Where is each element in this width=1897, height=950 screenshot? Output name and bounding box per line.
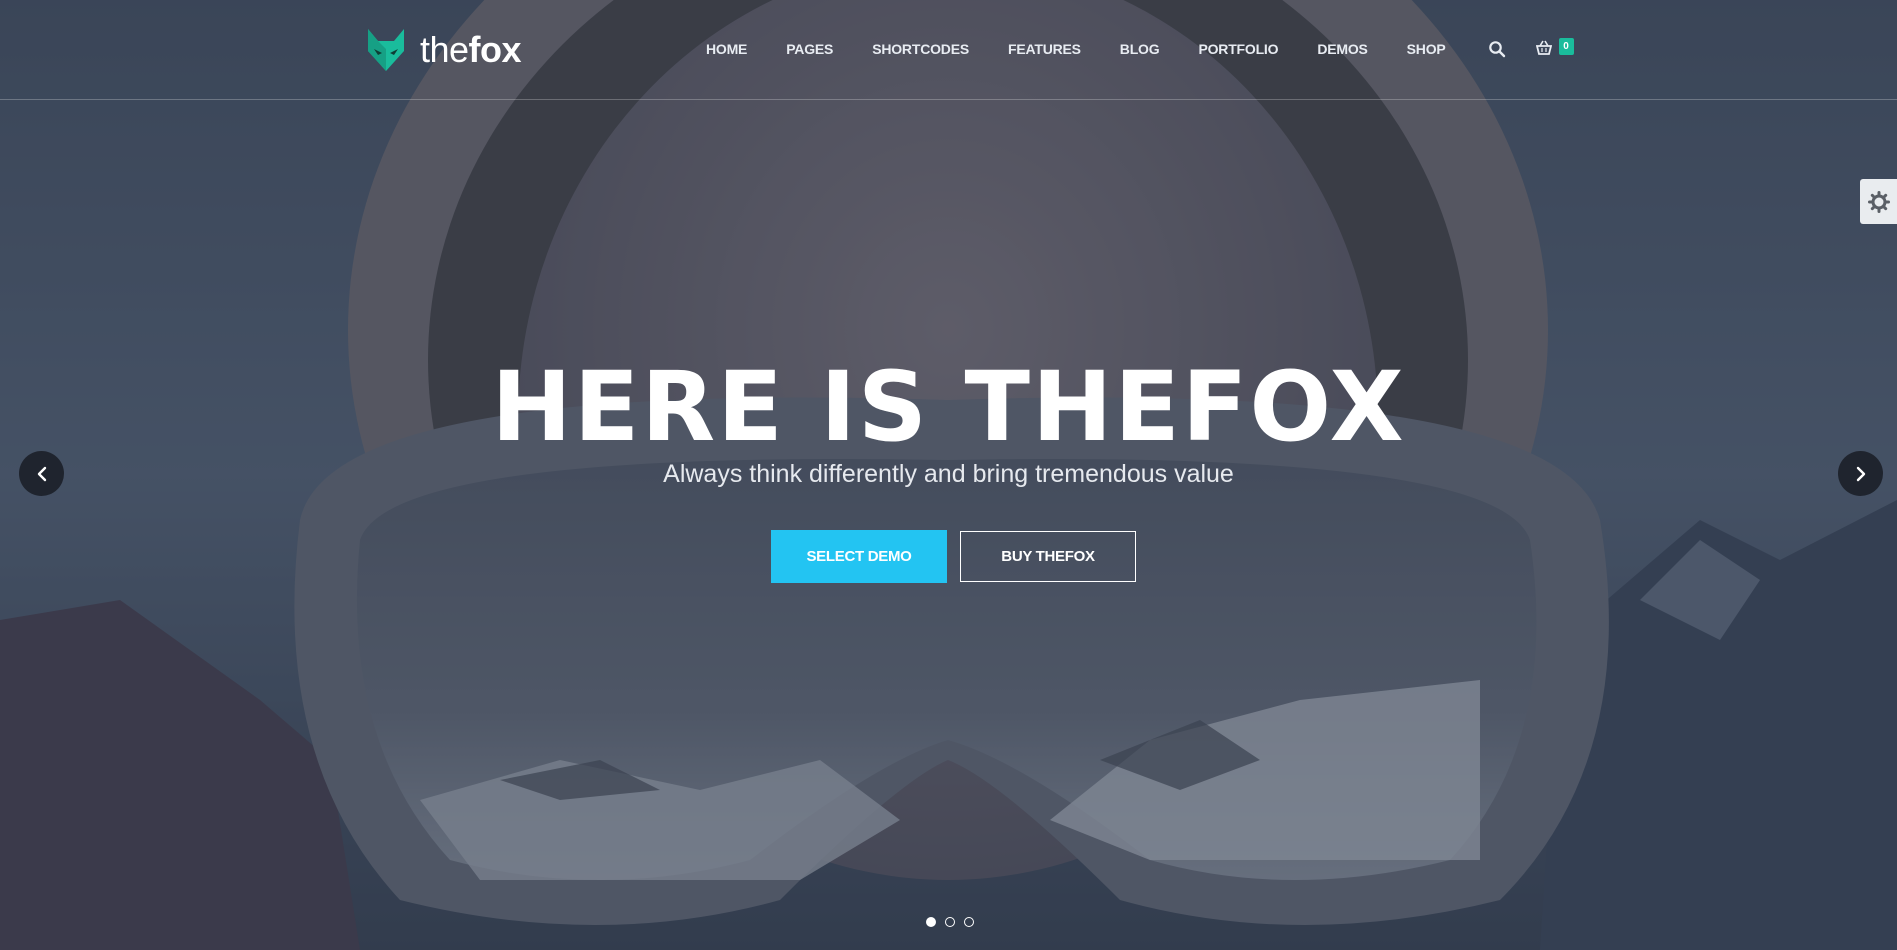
site-header: thefox HOME PAGES SHORTCODES FEATURES BL… <box>0 0 1897 100</box>
cart-button[interactable]: 0 <box>1535 38 1574 58</box>
select-demo-button[interactable]: SELECT DEMO <box>771 530 947 583</box>
logo-text-bold: fox <box>468 29 522 70</box>
slider-next-button[interactable] <box>1838 451 1883 496</box>
nav-item-shop[interactable]: SHOP <box>1407 41 1446 57</box>
gear-icon <box>1867 190 1890 213</box>
logo-text-light: the <box>420 29 469 70</box>
nav-item-shortcodes[interactable]: SHORTCODES <box>872 41 969 57</box>
slider-dot-2[interactable] <box>945 917 955 927</box>
chevron-right-icon <box>1856 466 1865 481</box>
nav-item-demos[interactable]: DEMOS <box>1317 41 1368 57</box>
slide-subtitle: Always think differently and bring treme… <box>663 460 1234 488</box>
fox-logo-icon <box>368 29 404 71</box>
site-logo[interactable]: thefox <box>366 27 522 73</box>
basket-icon <box>1535 40 1552 55</box>
slider-prev-button[interactable] <box>19 451 64 496</box>
slide-title: HERE IS THEFOX <box>491 351 1406 463</box>
slider-dot-3[interactable] <box>964 917 974 927</box>
slider-pagination <box>926 917 983 927</box>
nav-item-portfolio[interactable]: PORTFOLIO <box>1198 41 1278 57</box>
search-icon[interactable] <box>1488 40 1506 58</box>
buy-thefox-button[interactable]: BUY THEFOX <box>960 531 1136 582</box>
chevron-left-icon <box>37 466 46 481</box>
nav-item-blog[interactable]: BLOG <box>1120 41 1160 57</box>
cart-count-badge: 0 <box>1558 38 1574 55</box>
settings-panel-toggle[interactable] <box>1860 179 1897 224</box>
logo-text: thefox <box>420 29 522 71</box>
nav-item-home[interactable]: HOME <box>706 41 747 57</box>
slider-dot-1[interactable] <box>926 917 936 927</box>
nav-item-features[interactable]: FEATURES <box>1008 41 1081 57</box>
main-nav: HOME PAGES SHORTCODES FEATURES BLOG PORT… <box>706 38 1574 58</box>
nav-item-pages[interactable]: PAGES <box>786 41 833 57</box>
